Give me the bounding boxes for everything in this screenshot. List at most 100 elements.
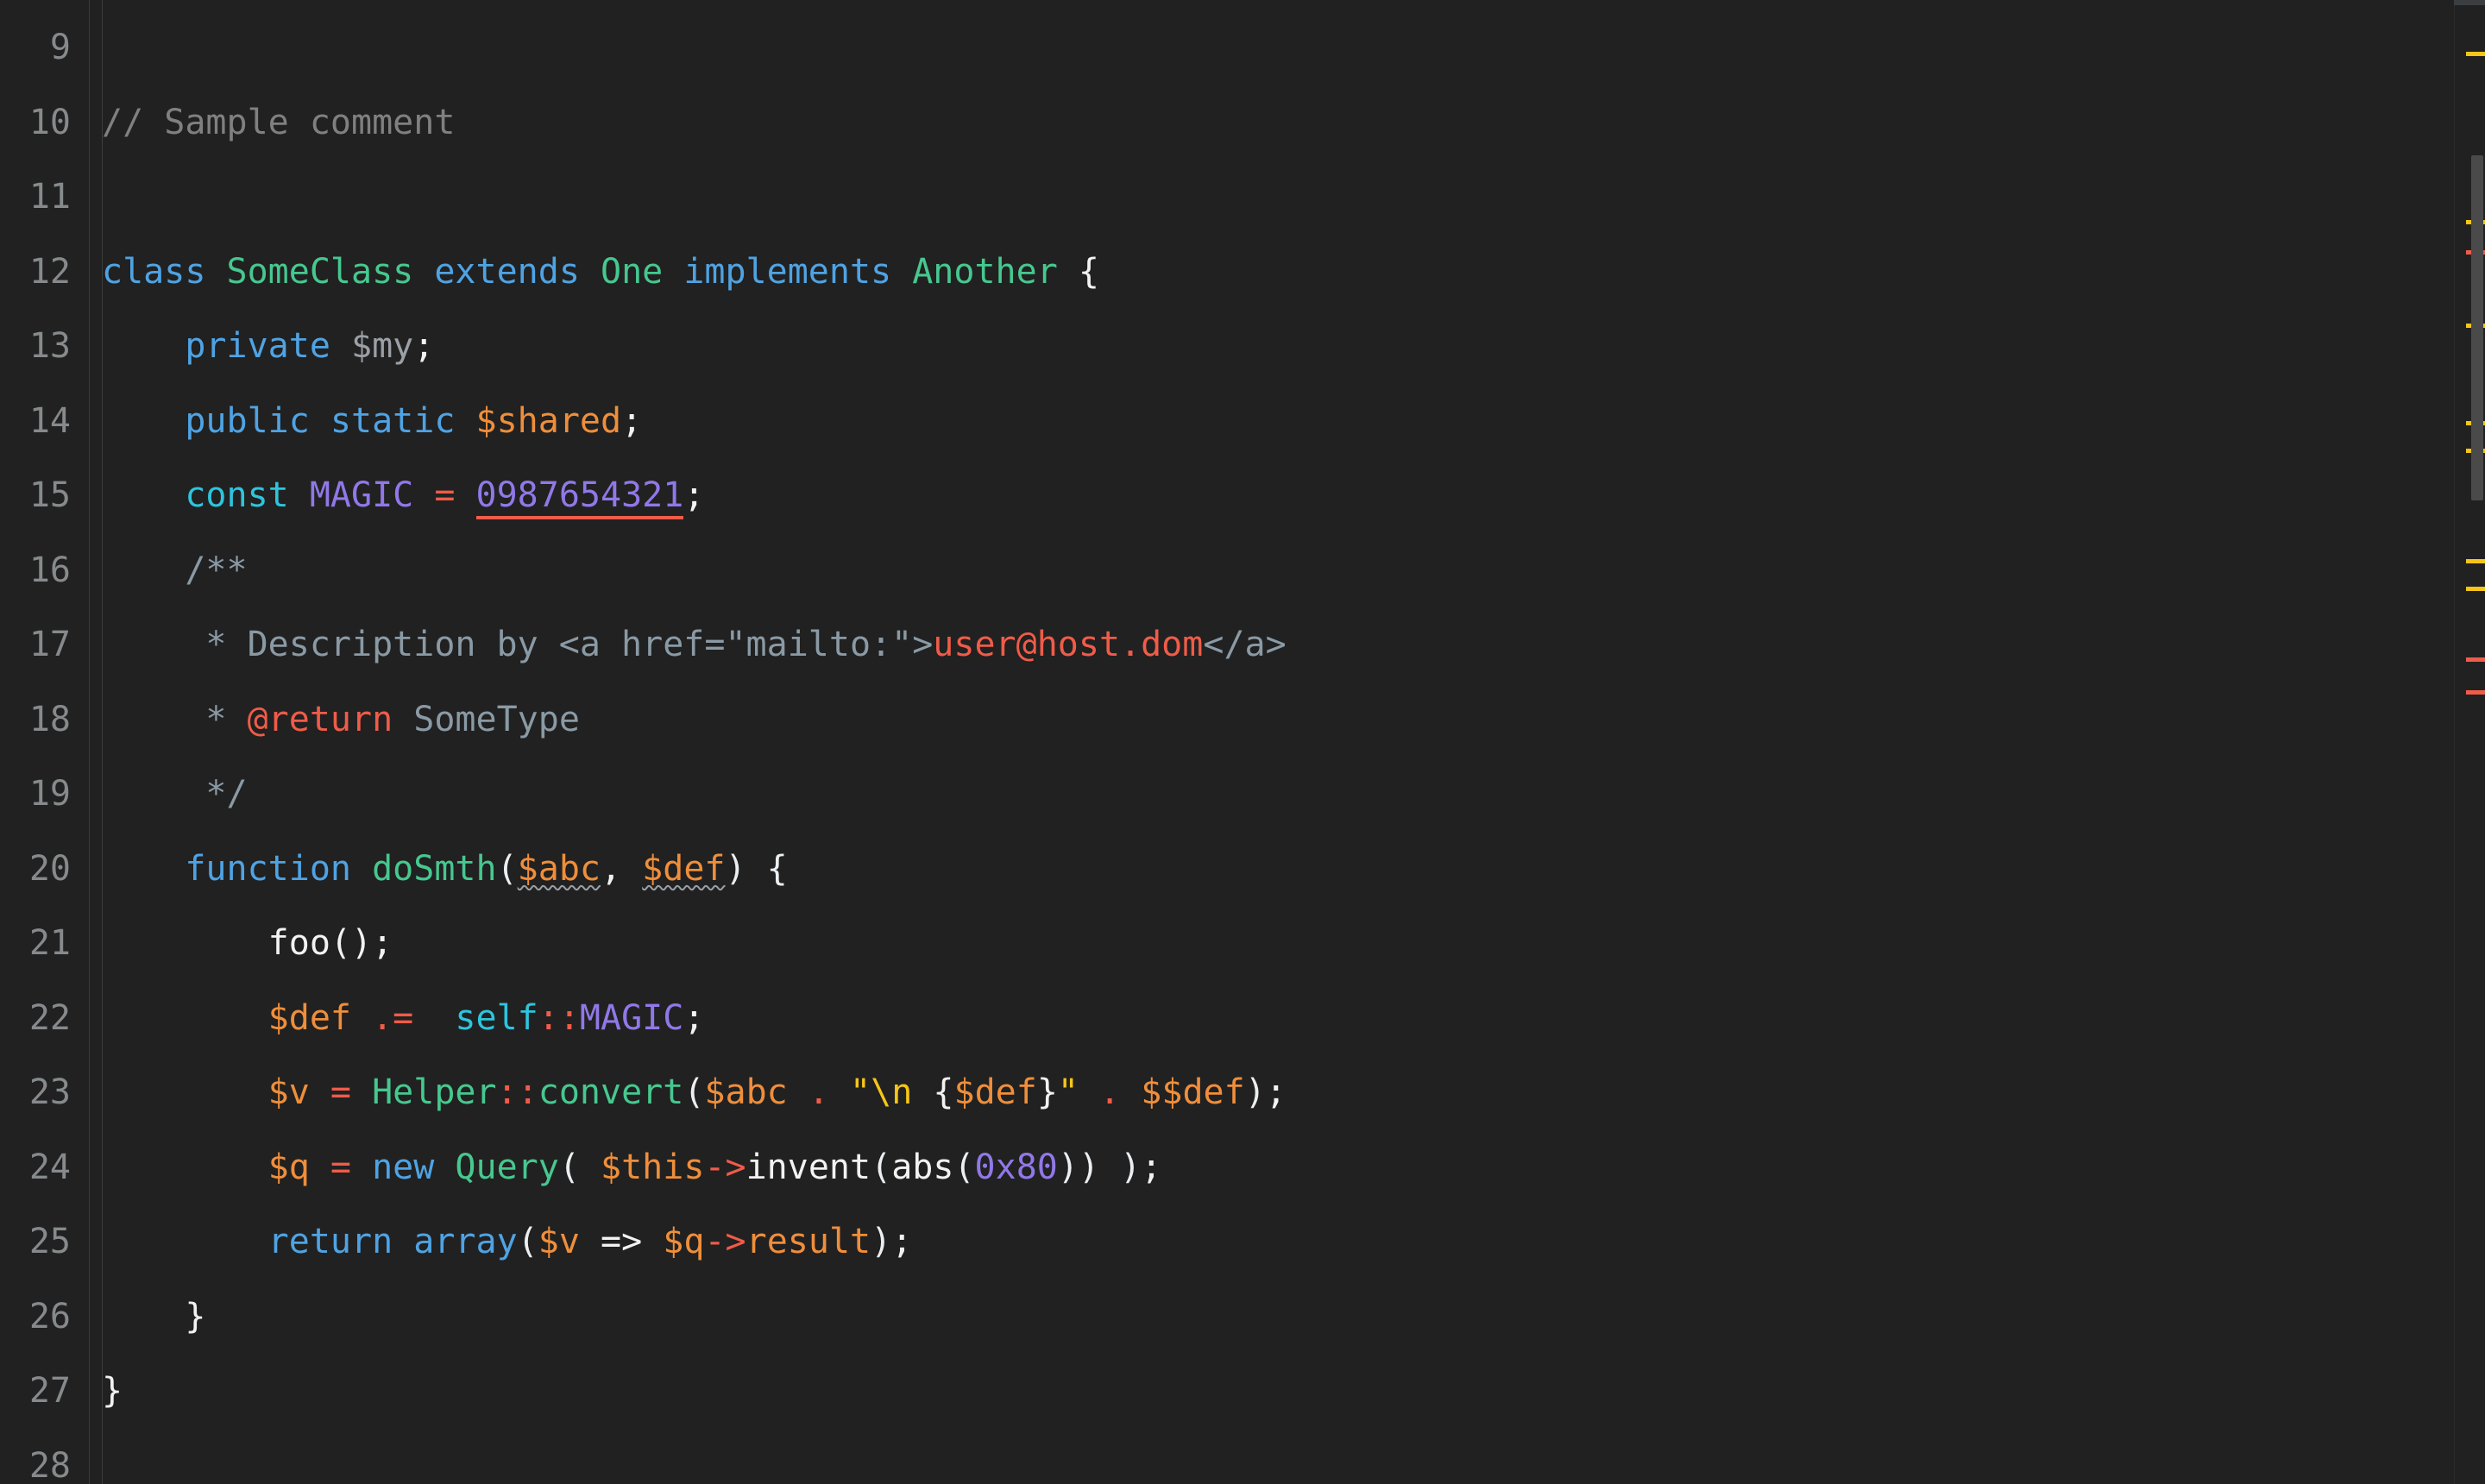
code-line[interactable]: /** xyxy=(90,533,2485,608)
code-line[interactable]: return array($v => $q->result); xyxy=(90,1204,2485,1280)
line-number[interactable]: 12 xyxy=(0,235,90,310)
code-token: } xyxy=(102,1296,206,1336)
code-token: private xyxy=(185,326,351,366)
code-line[interactable]: private $my; xyxy=(90,309,2485,384)
code-token: One xyxy=(600,251,684,292)
line-number-gutter[interactable]: 9 10 11 12 13 14 15 16 17 18 19 20 21 22 23 24 25 26 27 28 xyxy=(0,0,90,1484)
line-number[interactable]: 23 xyxy=(0,1055,90,1130)
code-token: $def xyxy=(267,997,373,1038)
line-number[interactable]: 26 xyxy=(0,1280,90,1355)
line-number[interactable]: 21 xyxy=(0,906,90,981)
code-token: Another xyxy=(912,251,1058,292)
line-number[interactable]: 28 xyxy=(0,1429,90,1484)
line-number[interactable]: 15 xyxy=(0,458,90,533)
code-token: SomeClass xyxy=(226,251,435,292)
line-number[interactable]: 11 xyxy=(0,160,90,235)
code-token: $shared xyxy=(475,400,622,441)
code-line[interactable]: * Description by <a href="mailto:">user@… xyxy=(90,607,2485,682)
rail-marker[interactable] xyxy=(2466,587,2485,591)
code-line[interactable]: const MAGIC = 0987654321; xyxy=(90,458,2485,533)
scrollbar-marker-rail[interactable] xyxy=(2454,0,2485,1484)
line-number[interactable]: 24 xyxy=(0,1130,90,1205)
code-token: const xyxy=(185,475,310,515)
code-token: </a> xyxy=(1203,625,1287,664)
line-number[interactable]: 17 xyxy=(0,607,90,682)
code-token: */ xyxy=(102,774,248,814)
code-line[interactable]: class SomeClass extends One implements A… xyxy=(90,235,2485,310)
code-content-area[interactable]: // Sample comment class SomeClass extend… xyxy=(90,0,2485,1484)
code-line[interactable] xyxy=(90,160,2485,235)
code-token: } xyxy=(102,1371,123,1411)
code-token: ( xyxy=(953,1147,975,1187)
code-line[interactable]: } xyxy=(90,1280,2485,1355)
code-token: Helper xyxy=(372,1072,497,1112)
code-token: :: xyxy=(538,997,580,1038)
code-line[interactable]: * @return SomeType xyxy=(90,682,2485,758)
code-token: * Description by <a href="mailto:"> xyxy=(102,625,934,664)
line-number[interactable]: 14 xyxy=(0,384,90,459)
code-token: self xyxy=(455,997,538,1038)
code-line[interactable]: function doSmth($abc, $def) { xyxy=(90,832,2485,907)
code-token: ( xyxy=(517,1222,538,1261)
code-line[interactable] xyxy=(90,10,2485,85)
rail-marker[interactable] xyxy=(2466,657,2485,662)
line-number[interactable]: 10 xyxy=(0,85,90,160)
code-token: ) xyxy=(1244,1072,1266,1112)
code-token: $def xyxy=(642,848,726,889)
line-number[interactable]: 22 xyxy=(0,981,90,1056)
code-token: 0x80 xyxy=(974,1147,1058,1187)
code-token: $this xyxy=(601,1147,705,1187)
code-token: MAGIC xyxy=(309,475,435,515)
line-number[interactable]: 19 xyxy=(0,757,90,832)
code-token: /** xyxy=(102,550,248,590)
code-line[interactable]: // Sample comment xyxy=(90,85,2485,160)
indent-guide-1 xyxy=(102,0,103,1484)
code-token: return xyxy=(267,1222,414,1261)
code-token: invent xyxy=(746,1147,871,1187)
rail-marker[interactable] xyxy=(2466,52,2485,56)
code-token: = xyxy=(330,1147,373,1187)
line-number[interactable]: 9 xyxy=(0,10,90,85)
code-line[interactable]: public static $shared; xyxy=(90,384,2485,459)
code-token: $abc xyxy=(517,848,601,889)
code-line[interactable]: } xyxy=(90,1354,2485,1429)
code-line[interactable] xyxy=(90,1429,2485,1484)
code-token: result xyxy=(746,1222,871,1261)
code-token: abs xyxy=(891,1147,954,1187)
code-token: ; xyxy=(683,997,705,1038)
line-number[interactable]: 20 xyxy=(0,832,90,907)
code-token: ; xyxy=(683,475,705,515)
line-number[interactable]: 25 xyxy=(0,1204,90,1280)
rail-marker[interactable] xyxy=(2466,559,2485,563)
code-token: } xyxy=(1036,1072,1058,1112)
code-token: foo(); xyxy=(102,923,393,963)
code-token: => xyxy=(601,1222,643,1261)
code-token: Query xyxy=(455,1147,559,1187)
line-number[interactable]: 13 xyxy=(0,309,90,384)
code-token: $v xyxy=(267,1072,330,1112)
code-token: . xyxy=(808,1072,829,1112)
code-line[interactable]: */ xyxy=(90,757,2485,832)
rail-marker[interactable] xyxy=(2466,690,2485,695)
code-line[interactable]: $q = new Query( $this->invent(abs(0x80))… xyxy=(90,1130,2485,1205)
code-token: implements xyxy=(683,251,913,292)
code-line[interactable]: $v = Helper::convert($abc . "\n {$def}" … xyxy=(90,1055,2485,1130)
code-token: SomeType xyxy=(393,699,580,739)
code-token: .= xyxy=(372,997,414,1038)
line-number[interactable]: 16 xyxy=(0,533,90,608)
code-token: . xyxy=(1099,1072,1121,1112)
scrollbar-thumb[interactable] xyxy=(2471,155,2483,500)
code-line[interactable]: $def .= self::MAGIC; xyxy=(90,981,2485,1056)
code-line[interactable]: foo(); xyxy=(90,906,2485,981)
code-token: = xyxy=(330,1072,373,1112)
line-number[interactable]: 27 xyxy=(0,1354,90,1429)
line-number[interactable]: 18 xyxy=(0,682,90,758)
